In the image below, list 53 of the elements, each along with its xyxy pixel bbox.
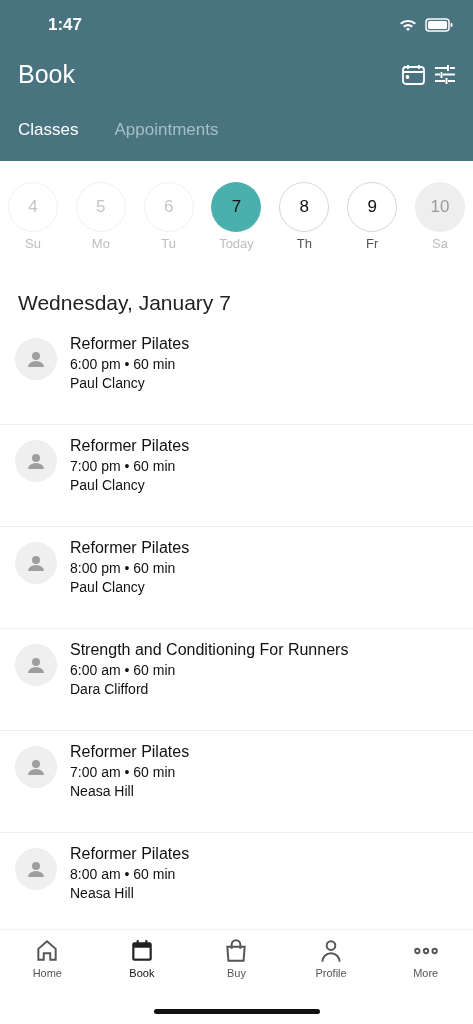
nav-tab[interactable]: Buy: [201, 938, 272, 979]
day-label: Fr: [366, 236, 379, 251]
class-row[interactable]: Reformer Pilates 6:00 pm • 60 min Paul Clancy: [0, 323, 473, 425]
instructor-name: Dara Clifford: [70, 681, 150, 697]
instructor-name: Neasa Hill: [70, 885, 135, 901]
class-time: 7:00 pm • 60 min: [70, 458, 177, 474]
day-label: Mo: [91, 236, 110, 251]
class-name: Reformer Pilates: [70, 539, 190, 557]
class-time: 8:00 am • 60 min: [70, 866, 177, 882]
avatar-icon: [15, 440, 57, 482]
day-label: Tu: [161, 236, 176, 251]
avatar-icon: [15, 848, 57, 890]
avatar-icon: [15, 746, 57, 788]
class-name: Reformer Pilates: [70, 437, 190, 455]
day-label: Su: [25, 236, 41, 251]
avatar-icon: [15, 338, 57, 380]
class-time: 8:00 pm • 60 min: [70, 560, 177, 576]
day-button[interactable]: 7: [211, 182, 262, 232]
class-time: 7:00 am • 60 min: [70, 764, 177, 780]
class-name: Reformer Pilates: [70, 845, 190, 863]
class-row[interactable]: Reformer Pilates 7:00 am • 60 min Neasa Hill: [0, 731, 473, 833]
day-label: Sa: [432, 236, 448, 251]
class-row[interactable]: Strength and Conditioning For Runners 6:00 am • 60 min Dara Clifford: [0, 629, 473, 731]
class-name: Reformer Pilates: [70, 743, 190, 761]
class-row[interactable]: Reformer Pilates 8:00 pm • 60 min Paul Clancy: [0, 527, 473, 629]
instructor-name: Neasa Hill: [70, 783, 135, 799]
wifi-icon: [399, 18, 417, 32]
class-time: 6:00 pm • 60 min: [70, 356, 177, 372]
tab[interactable]: Classes: [18, 119, 79, 140]
calendar-icon[interactable]: [402, 63, 425, 85]
instructor-name: Paul Clancy: [70, 477, 146, 493]
nav-tab[interactable]: More: [390, 938, 461, 979]
battery-icon: [425, 18, 453, 32]
nav-tab[interactable]: Book: [106, 938, 177, 979]
day-button[interactable]: 8: [279, 182, 330, 232]
avatar-icon: [15, 644, 57, 686]
date-heading: Wednesday, January 7: [17, 290, 232, 316]
class-time: 6:00 am • 60 min: [70, 662, 177, 678]
page-title: Book: [18, 59, 75, 89]
avatar-icon: [15, 542, 57, 584]
filter-sliders-icon[interactable]: [435, 64, 455, 84]
class-row[interactable]: Reformer Pilates 7:00 pm • 60 min Paul Clancy: [0, 425, 473, 527]
day-label: Th: [296, 236, 312, 251]
class-name: Reformer Pilates: [70, 335, 190, 353]
instructor-name: Paul Clancy: [70, 375, 146, 391]
class-row[interactable]: Reformer Pilates 8:00 am • 60 min Neasa Hill: [0, 833, 473, 929]
status-time: 1:47: [48, 15, 83, 35]
instructor-name: Paul Clancy: [70, 579, 146, 595]
day-button[interactable]: 9: [347, 182, 398, 232]
class-name: Strength and Conditioning For Runners: [70, 641, 349, 659]
nav-tab[interactable]: Home: [12, 938, 83, 979]
nav-tab[interactable]: Profile: [296, 938, 367, 979]
day-label: Today: [219, 236, 254, 251]
